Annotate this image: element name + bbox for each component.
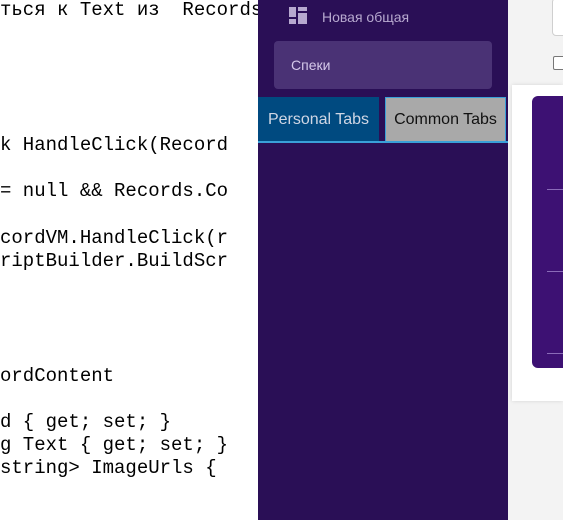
code-editor[interactable]: ться к Text из Records k HandleClick(Rec… [0,0,258,520]
code-line: k HandleClick(Record [0,134,229,156]
drawer-title: Новая общая [322,9,410,25]
code-line: cordVM.HandleClick(r [0,227,229,249]
code-line: riptBuilder.BuildScr [0,250,229,272]
panel-divider [547,271,563,272]
panel-divider [547,189,563,190]
code-line: = null && Records.Co [0,180,229,202]
code-line: string> ImageUrls { [0,457,217,479]
background-input-field[interactable] [552,0,563,36]
tab-personal-tabs[interactable]: Personal Tabs [258,97,379,142]
side-drawer: Новая общая Спеки Personal Tabs Common T… [258,0,508,520]
tabs-divider [258,141,508,143]
search-box[interactable]: Спеки [274,41,492,89]
code-line: d { get; set; } [0,411,172,433]
dashboard-grid-icon [289,7,307,24]
background-panel [532,96,563,368]
code-line: ordContent [0,365,115,387]
drawer-header[interactable]: Новая общая [258,0,508,33]
code-line: g Text { get; set; } [0,434,229,456]
tab-label: Common Tabs [394,110,497,128]
code-line: ться к Text из Records [0,0,258,21]
tab-common-tabs[interactable]: Common Tabs [385,97,506,142]
search-text: Спеки [291,57,331,73]
tab-label: Personal Tabs [267,110,370,128]
background-checkbox[interactable] [553,56,563,70]
panel-divider [547,353,563,354]
